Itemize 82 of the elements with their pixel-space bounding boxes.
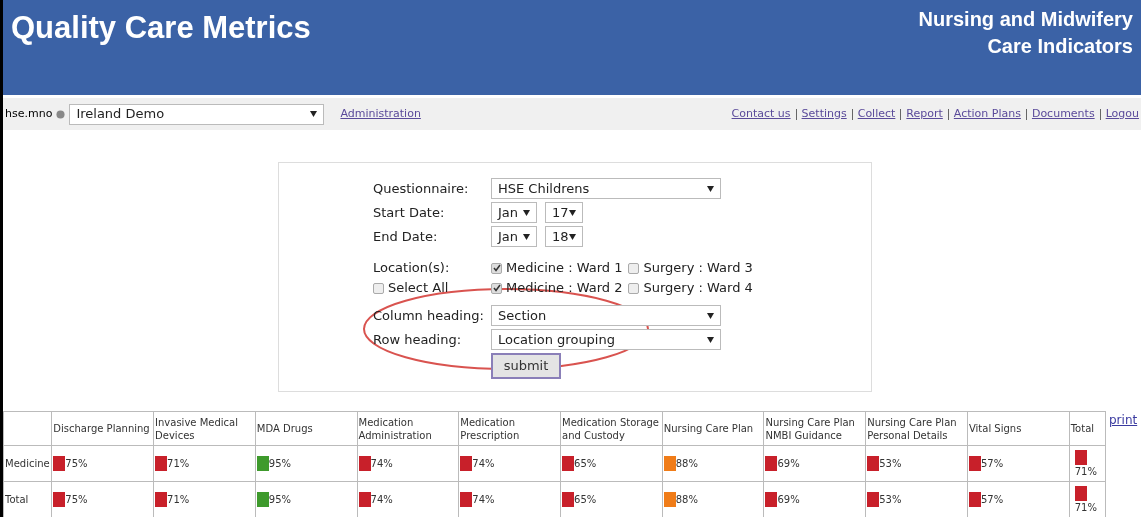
app-title: Quality Care Metrics [11, 12, 311, 47]
month-select[interactable]: Jan [491, 226, 537, 247]
row-header: Total [3, 481, 52, 517]
row-header: Medicine [3, 445, 52, 482]
questionnaire-select[interactable]: HSE Childrens [491, 178, 721, 199]
nav-link[interactable]: Settings [801, 105, 847, 123]
day-select[interactable]: 17 [545, 202, 583, 223]
submit-button[interactable]: submit [491, 353, 561, 379]
checkbox[interactable] [491, 282, 502, 294]
field-label: Location(s): [373, 259, 451, 277]
percentage: 53% [879, 457, 902, 470]
checkbox[interactable] [373, 282, 384, 294]
dropdown-caret-icon [523, 209, 530, 216]
checkbox-label: Select All [388, 279, 449, 297]
column-header: Nursing Care Plan NMBI Guidance [764, 411, 866, 446]
column-header: Medication Prescription [458, 411, 561, 446]
field-label: Row heading: [373, 330, 463, 349]
percentage: 65% [574, 457, 597, 470]
percentage: 69% [777, 457, 800, 470]
nav-link[interactable]: Action Plans [953, 105, 1021, 123]
checkbox-label: Surgery : Ward 3 [643, 259, 753, 277]
percentage: 71% [167, 457, 190, 470]
dropdown-caret-icon [523, 233, 530, 240]
column-header: Total [1069, 411, 1106, 446]
percentage: 75% [65, 457, 88, 470]
field-label: Column heading: [373, 306, 485, 325]
column-header: Medication Administration [357, 411, 459, 446]
percentage: 71% [167, 493, 190, 506]
column-header: Nursing Care Plan [662, 411, 764, 446]
dropdown-caret-icon [569, 233, 576, 240]
dropdown-caret-icon [707, 185, 714, 192]
header-subtitle: Nursing and Midwifery [918, 7, 1133, 32]
column-header: Invasive Medical Devices [153, 411, 256, 446]
month-select[interactable]: Jan [491, 202, 537, 223]
column-heading-select[interactable]: Section [491, 305, 721, 326]
field-label: Start Date: [373, 203, 446, 222]
dropdown-caret-icon [569, 209, 576, 216]
field-label: End Date: [373, 227, 439, 246]
field-label: Questionnaire: [373, 179, 470, 198]
column-header: Medication Storage and Custody [560, 411, 663, 446]
row-heading-select[interactable]: Location grouping [491, 329, 721, 350]
organisation-select[interactable]: Ireland Demo [69, 103, 325, 125]
print-link[interactable]: print [1109, 411, 1138, 429]
percentage: 71% [1074, 464, 1097, 478]
percentage: 57% [980, 457, 1004, 470]
checkbox[interactable] [628, 282, 640, 294]
day-select[interactable]: 18 [545, 226, 583, 247]
percentage: 65% [574, 493, 597, 506]
percentage: 95% [268, 493, 292, 506]
dropdown-caret-icon [707, 336, 714, 343]
username: hse.mno [5, 105, 53, 122]
nav-link[interactable]: Collect [857, 105, 896, 123]
percentage: 88% [675, 457, 698, 470]
column-header: MDA Drugs [255, 411, 358, 446]
percentage: 69% [777, 493, 800, 506]
checkbox-label: Medicine : Ward 1 [506, 259, 623, 277]
nav-link[interactable]: Logou [1105, 105, 1139, 123]
checkbox[interactable] [491, 262, 502, 274]
nav-link[interactable]: Report [906, 105, 943, 123]
header-subtitle: Care Indicators [987, 34, 1133, 59]
checkmark-icon [492, 264, 501, 272]
percentage: 75% [65, 493, 88, 506]
column-header: Vital Signs [967, 411, 1070, 446]
column-header: Discharge Planning [51, 411, 154, 446]
administration-link[interactable]: Administration [340, 105, 421, 123]
percentage: 74% [370, 493, 393, 506]
checkmark-icon [492, 284, 501, 292]
percentage: 74% [472, 457, 495, 470]
nav-link[interactable]: Documents [1031, 105, 1095, 123]
checkbox[interactable] [628, 262, 640, 274]
percentage: 88% [675, 493, 698, 506]
column-header: Nursing Care Plan Personal Details [865, 411, 968, 446]
percentage: 53% [879, 493, 902, 506]
nav-link[interactable]: Contact us [731, 105, 791, 123]
dropdown-caret-icon [707, 312, 714, 319]
percentage: 57% [980, 493, 1004, 506]
percentage: 71% [1074, 500, 1097, 514]
percentage: 74% [472, 493, 495, 506]
percentage: 74% [370, 457, 393, 470]
checkbox-label: Surgery : Ward 4 [643, 279, 753, 297]
dropdown-caret-icon [310, 111, 318, 117]
percentage: 95% [268, 457, 292, 470]
